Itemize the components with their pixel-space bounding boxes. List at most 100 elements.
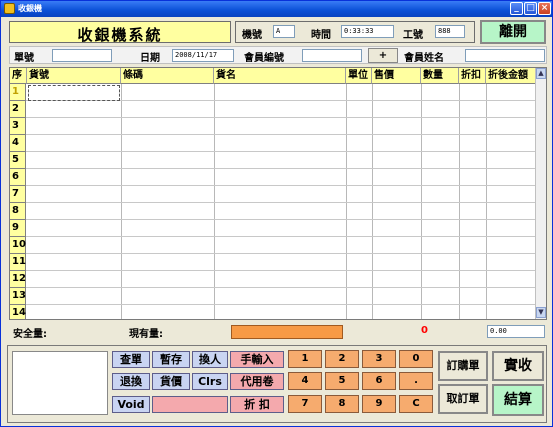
cancel-order-button[interactable]: 取訂單 — [438, 384, 488, 414]
row-number[interactable]: 9 — [10, 220, 26, 237]
window-title: 收銀機 — [18, 4, 42, 13]
row-line — [26, 287, 536, 288]
voucher-button[interactable]: 代用卷 — [230, 373, 284, 390]
col-header-discount[interactable]: 折扣 — [459, 68, 486, 84]
member-add-button[interactable]: + — [368, 48, 398, 63]
numpad-key-3[interactable]: 3 — [362, 350, 396, 368]
change-person-button[interactable]: 換人 — [192, 351, 228, 368]
row-line — [26, 236, 536, 237]
col-header-qty[interactable]: 數量 — [421, 68, 459, 84]
date-label: 日期 — [140, 53, 160, 64]
col-header-net-amount[interactable]: 折後金額 — [486, 68, 537, 84]
scroll-up-icon[interactable]: ▲ — [536, 68, 546, 79]
order-label: 單號 — [14, 53, 34, 64]
member-no-label: 會員編號 — [244, 53, 284, 64]
paid-button[interactable]: 實收 — [492, 351, 544, 381]
price-button[interactable]: 貨價 — [152, 373, 190, 390]
machine-field[interactable]: A — [273, 25, 295, 38]
query-button[interactable]: 查單 — [112, 351, 150, 368]
row-line — [26, 202, 536, 203]
items-grid[interactable]: 序 貨號 條碼 貨名 單位 售價 數量 折扣 折後金額 1 2 3 4 5 6 7 8 9 10 1… — [9, 67, 547, 320]
info-row: 單號 日期 2008/11/17 會員編號 + 會員姓名 — [9, 46, 547, 64]
row-number[interactable]: 1 — [10, 84, 26, 101]
minimize-button[interactable]: _ — [510, 2, 523, 15]
amount-field[interactable]: 0.00 — [487, 325, 545, 338]
numpad-key-1[interactable]: 1 — [288, 350, 322, 368]
row-line — [26, 219, 536, 220]
col-header-item-no[interactable]: 貨號 — [27, 68, 121, 84]
row-line — [26, 168, 536, 169]
scroll-down-icon[interactable]: ▼ — [536, 307, 546, 318]
discount-button[interactable]: 折 扣 — [230, 396, 284, 413]
time-label: 時間 — [311, 30, 331, 41]
numpad-key-5[interactable]: 5 — [325, 372, 359, 390]
staff-field[interactable]: 888 — [435, 25, 465, 38]
col-header-unit[interactable]: 單位 — [346, 68, 372, 84]
pos-window: 收銀機 _ □ × 收銀機系統 機號 A 時間 0:33:33 工號 888 離… — [0, 0, 553, 427]
row-line — [26, 151, 536, 152]
app-icon — [4, 3, 15, 14]
row-number[interactable]: 7 — [10, 186, 26, 203]
row-number[interactable]: 4 — [10, 135, 26, 152]
void-entry-field[interactable] — [152, 396, 228, 413]
numpad-key-2[interactable]: 2 — [325, 350, 359, 368]
numpad-key-0[interactable]: 0 — [399, 350, 433, 368]
checkout-button[interactable]: 結算 — [492, 384, 544, 416]
row-number[interactable]: 6 — [10, 169, 26, 186]
row-number[interactable]: 11 — [10, 254, 26, 271]
row-number[interactable]: 10 — [10, 237, 26, 254]
row-number[interactable]: 2 — [10, 101, 26, 118]
col-header-price[interactable]: 售價 — [372, 68, 421, 84]
row-number[interactable]: 5 — [10, 152, 26, 169]
numpad-key-7[interactable]: 7 — [288, 395, 322, 413]
row-line — [26, 117, 536, 118]
memo-box[interactable] — [12, 351, 108, 415]
header-info-box: 機號 A 時間 0:33:33 工號 888 — [235, 21, 475, 43]
exit-button[interactable]: 離開 — [480, 20, 546, 44]
row-number[interactable]: 14 — [10, 305, 26, 319]
staff-label: 工號 — [403, 30, 423, 41]
row-line — [26, 253, 536, 254]
time-field[interactable]: 0:33:33 — [341, 25, 394, 38]
vertical-scrollbar[interactable]: ▲ ▼ — [535, 68, 546, 319]
numpad-key-8[interactable]: 8 — [325, 395, 359, 413]
member-no-field[interactable] — [302, 49, 362, 62]
stock-label: 現有量: — [129, 329, 163, 340]
close-button[interactable]: × — [538, 2, 551, 15]
status-row: 安全量: 現有量: 0 0.00 — [9, 323, 547, 341]
numpad-key-dot[interactable]: . — [399, 372, 433, 390]
row-line — [26, 304, 536, 305]
maximize-button[interactable]: □ — [524, 2, 537, 15]
clrs-button[interactable]: Clrs — [192, 373, 228, 390]
total-value: 0 — [421, 325, 428, 336]
app-title-box: 收銀機系統 — [9, 21, 231, 44]
row-number[interactable]: 13 — [10, 288, 26, 305]
order-form-button[interactable]: 訂購單 — [438, 351, 488, 381]
numpad-key-4[interactable]: 4 — [288, 372, 322, 390]
row-number[interactable]: 8 — [10, 203, 26, 220]
col-header-name[interactable]: 貨名 — [214, 68, 346, 84]
numpad-key-clear[interactable]: C — [399, 395, 433, 413]
numpad-key-9[interactable]: 9 — [362, 395, 396, 413]
machine-label: 機號 — [242, 30, 262, 41]
hold-button[interactable]: 暫存 — [152, 351, 190, 368]
selected-cell[interactable] — [28, 85, 120, 101]
row-line — [26, 270, 536, 271]
col-header-barcode[interactable]: 條碼 — [121, 68, 214, 84]
safety-label: 安全量: — [13, 329, 47, 340]
row-line — [26, 134, 536, 135]
return-button[interactable]: 退換 — [112, 373, 150, 390]
void-button[interactable]: Void — [112, 396, 150, 413]
row-number[interactable]: 12 — [10, 271, 26, 288]
member-name-label: 會員姓名 — [404, 53, 444, 64]
manual-input-button[interactable]: 手輸入 — [230, 351, 284, 368]
col-header-seq[interactable]: 序 — [10, 68, 27, 84]
order-field[interactable] — [52, 49, 112, 62]
app-title: 收銀機系統 — [77, 26, 163, 44]
date-field[interactable]: 2008/11/17 — [172, 49, 234, 62]
numpad-key-6[interactable]: 6 — [362, 372, 396, 390]
member-name-field[interactable] — [465, 49, 545, 62]
title-bar: 收銀機 _ □ × — [1, 1, 552, 17]
row-number[interactable]: 3 — [10, 118, 26, 135]
row-line — [26, 185, 536, 186]
